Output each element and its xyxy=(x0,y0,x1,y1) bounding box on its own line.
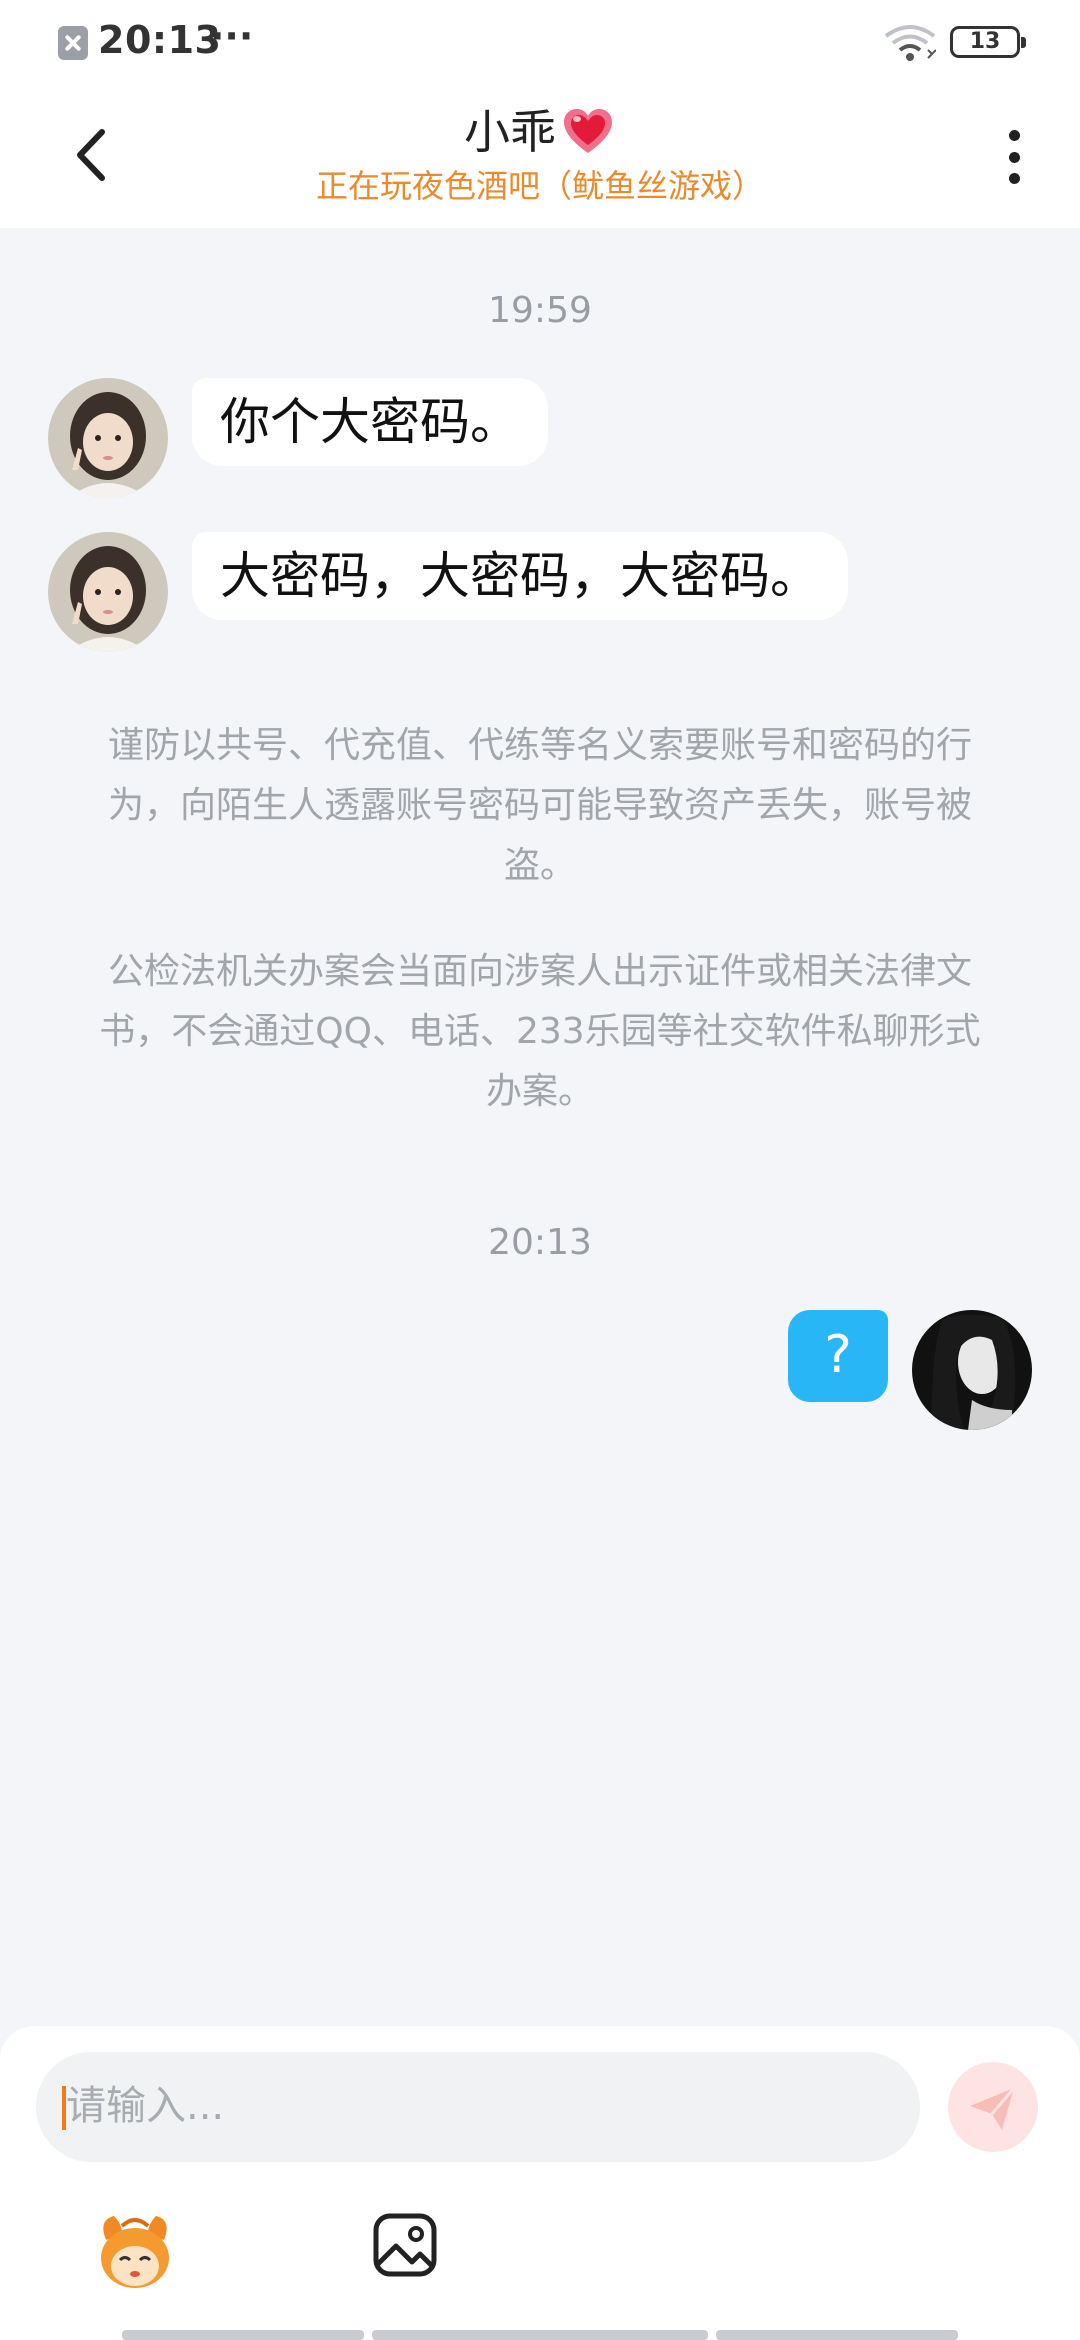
more-vertical-icon xyxy=(1008,130,1020,141)
wifi-icon xyxy=(884,25,936,61)
security-notice: 谨防以共号、代充值、代练等名义索要账号和密码的行为，向陌生人透露账号密码可能导致… xyxy=(107,725,972,886)
bottom-tab-indicator xyxy=(372,2330,708,2340)
security-notice: 公检法机关办案会当面向涉案人出示证件或相关法律文书，不会通过QQ、电话、233乐… xyxy=(99,951,981,1112)
received-message-bubble[interactable]: 你个大密码。 xyxy=(192,378,548,466)
image-picker-button[interactable] xyxy=(372,2212,438,2278)
message-input[interactable]: 请输入... xyxy=(36,2052,920,2162)
bottom-tab-indicator xyxy=(716,2330,958,2340)
message-timestamp: 20:13 xyxy=(488,1222,592,1263)
input-placeholder: 请输入... xyxy=(66,2083,225,2129)
notification-close-icon xyxy=(58,26,88,60)
status-time: 20:13 xyxy=(98,18,222,62)
contact-avatar[interactable] xyxy=(48,378,168,498)
header-title-block: 小乖 正在玩夜色酒吧（鱿鱼丝游戏） xyxy=(240,102,840,206)
mascot-icon xyxy=(101,2216,169,2288)
status-bar: 20:13 ··· 13 xyxy=(0,0,1080,84)
chat-screen: 20:13 ··· 13 小乖 正在玩夜色酒吧（鱿鱼丝游戏） 19:59 你个大… xyxy=(0,0,1080,2340)
battery-level: 13 xyxy=(969,29,1001,54)
contact-name: 小乖 xyxy=(464,105,556,159)
image-icon xyxy=(373,2213,437,2277)
sent-message-bubble[interactable]: ? xyxy=(788,1310,888,1402)
send-icon xyxy=(970,2087,1016,2130)
heart-icon xyxy=(564,109,612,153)
chat-header: 小乖 正在玩夜色酒吧（鱿鱼丝游戏） xyxy=(0,84,1080,228)
contact-avatar[interactable] xyxy=(48,532,168,652)
contact-status: 正在玩夜色酒吧（鱿鱼丝游戏） xyxy=(315,167,764,205)
back-button[interactable] xyxy=(62,120,122,190)
message-timestamp: 19:59 xyxy=(488,290,592,331)
chevron-left-icon xyxy=(77,129,105,181)
my-avatar[interactable] xyxy=(912,1310,1032,1430)
bottom-tab-indicator xyxy=(122,2330,364,2340)
input-panel: 请输入... xyxy=(0,2026,1080,2340)
emoji-button[interactable] xyxy=(92,2210,178,2296)
status-more-indicator: ··· xyxy=(210,14,254,58)
battery-icon: 13 xyxy=(950,26,1026,58)
more-options-button[interactable] xyxy=(996,124,1032,190)
received-message-bubble[interactable]: 大密码，大密码，大密码。 xyxy=(192,532,848,620)
send-button[interactable] xyxy=(948,2062,1038,2152)
